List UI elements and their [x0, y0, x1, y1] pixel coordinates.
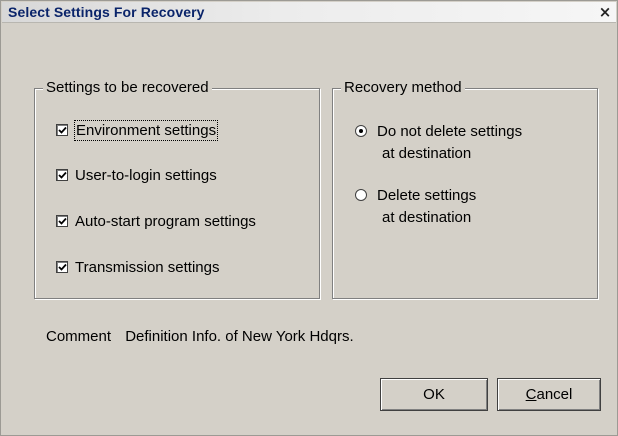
radio-delete-settings[interactable]: Delete settings at destination [355, 185, 476, 229]
radio-do-not-delete-settings[interactable]: Do not delete settings at destination [355, 121, 522, 165]
checkbox-checked-icon[interactable] [56, 124, 68, 136]
radio-label-line1: Delete settings [377, 187, 477, 204]
recovery-method-legend: Recovery method [341, 79, 465, 96]
checkbox-label: Transmission settings [75, 259, 220, 276]
radio-label-line2: at destination [382, 145, 472, 162]
recovery-method-group: Recovery method Do not delete settings a… [332, 79, 598, 299]
checkbox-transmission-settings[interactable]: Transmission settings [56, 258, 220, 277]
checkbox-checked-icon[interactable] [56, 261, 68, 273]
radio-label-line1: Do not delete settings [377, 123, 523, 140]
checkbox-auto-start-program-settings[interactable]: Auto-start program settings [56, 212, 256, 231]
checkbox-user-to-login-settings[interactable]: User-to-login settings [56, 166, 217, 185]
settings-group-legend: Settings to be recovered [43, 79, 212, 96]
checkbox-label: User-to-login settings [75, 167, 217, 184]
cancel-button-label: Cancel [525, 386, 573, 403]
comment-value: Definition Info. of New York Hdqrs. [125, 328, 354, 345]
radio-selected-icon[interactable] [355, 125, 367, 137]
checkbox-environment-settings[interactable]: Environment settings [56, 120, 219, 141]
radio-label-line2: at destination [382, 209, 472, 226]
radio-unselected-icon[interactable] [355, 189, 367, 201]
close-icon[interactable]: × [597, 4, 613, 20]
checkbox-checked-icon[interactable] [56, 215, 68, 227]
ok-button-label: OK [423, 386, 445, 403]
cancel-button[interactable]: Cancel [497, 378, 601, 411]
comment-label: Comment [46, 328, 112, 345]
title-bar[interactable]: Select Settings For Recovery × [2, 2, 616, 23]
settings-group: Settings to be recovered Environment set… [34, 79, 320, 299]
ok-button[interactable]: OK [380, 378, 488, 411]
checkbox-checked-icon[interactable] [56, 169, 68, 181]
checkbox-label: Environment settings [73, 120, 219, 141]
window-title: Select Settings For Recovery [8, 4, 205, 20]
checkbox-label: Auto-start program settings [75, 213, 256, 230]
comment-row: Comment Definition Info. of New York Hdq… [46, 328, 354, 345]
dialog-window: Select Settings For Recovery × Settings … [0, 0, 618, 436]
